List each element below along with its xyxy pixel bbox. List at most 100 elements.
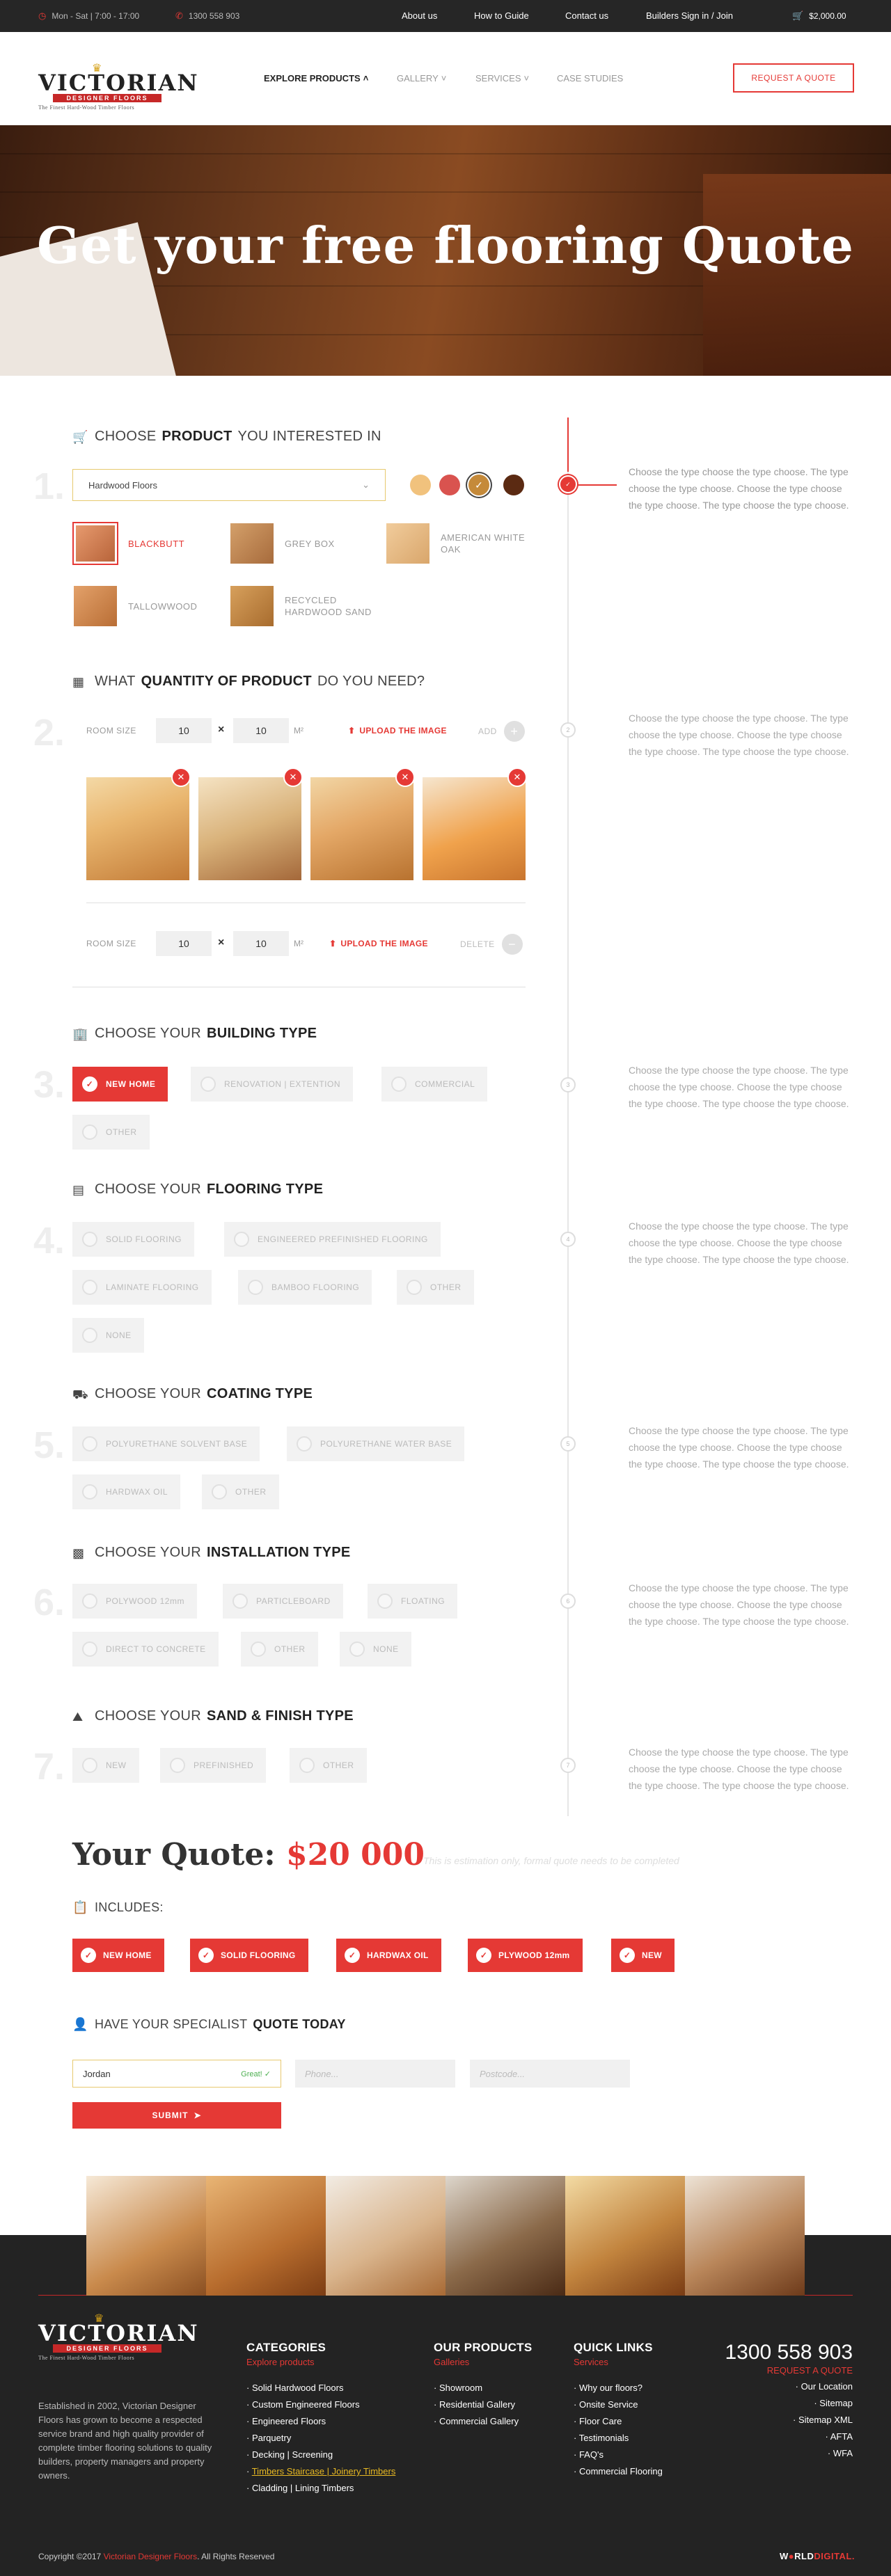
color-swatch-selected[interactable]: ✓ xyxy=(468,475,489,495)
footer-link[interactable]: · Solid Hardwood Floors xyxy=(246,2380,395,2396)
menu-gallery[interactable]: GALLERY ˅ xyxy=(397,73,446,84)
phone-field[interactable]: Phone... xyxy=(295,2060,455,2088)
upload-image-button[interactable]: ⬆ UPLOAD THE IMAGE xyxy=(329,939,428,948)
footer-link[interactable]: · Commercial Gallery xyxy=(434,2413,519,2430)
footer-link[interactable]: · FAQ's xyxy=(574,2447,663,2463)
option-floating[interactable]: FLOATING xyxy=(368,1584,458,1619)
footer-logo[interactable]: VICTORIAN xyxy=(38,2320,199,2346)
option-renovation[interactable]: RENOVATION | EXTENTION xyxy=(191,1067,354,1102)
option-prefinished[interactable]: PREFINISHED xyxy=(160,1748,267,1783)
remove-photo-icon[interactable]: ✕ xyxy=(507,768,527,787)
wood-option-grey-box[interactable]: GREY BOX xyxy=(230,523,375,564)
menu-case-studies[interactable]: CASE STUDIES xyxy=(557,73,623,84)
request-quote-button[interactable]: REQUEST A QUOTE xyxy=(733,63,854,93)
wood-option-recycled-hardwood[interactable]: RECYCLED HARDWOOD SAND xyxy=(230,586,375,626)
footer-link[interactable]: · Onsite Service xyxy=(574,2396,663,2413)
option-other[interactable]: OTHER xyxy=(202,1474,279,1509)
nav-builders-sign-in[interactable]: Builders Sign in / Join xyxy=(646,10,733,21)
footer-request-quote[interactable]: REQUEST A QUOTE xyxy=(710,2365,853,2376)
gallery-image[interactable] xyxy=(326,2176,446,2296)
postcode-field[interactable]: Postcode... xyxy=(470,2060,630,2088)
room-width-input[interactable]: 10 xyxy=(156,931,212,956)
footer-link[interactable]: · Decking | Screening xyxy=(246,2447,395,2463)
option-polyurethane-water[interactable]: POLYURETHANE WATER BASE xyxy=(287,1426,465,1461)
copyright-brand[interactable]: Victorian Designer Floors xyxy=(104,2552,198,2561)
option-label: NONE xyxy=(373,1644,399,1654)
option-particleboard[interactable]: PARTICLEBOARD xyxy=(223,1584,343,1619)
footer-link[interactable]: · WFA xyxy=(710,2445,853,2462)
option-hardwax-oil[interactable]: HARDWAX OIL xyxy=(72,1474,181,1509)
footer-phone[interactable]: 1300 558 903 xyxy=(710,2341,853,2364)
footer-link[interactable]: · Timbers Staircase | Joinery Timbers xyxy=(246,2463,395,2480)
option-other[interactable]: OTHER xyxy=(241,1632,318,1667)
nav-about[interactable]: About us xyxy=(402,10,437,21)
gallery-image[interactable] xyxy=(86,2176,206,2296)
step-5-title: ⛟ CHOOSE YOUR COATING TYPE xyxy=(72,1386,313,1402)
upload-image-button[interactable]: ⬆ UPLOAD THE IMAGE xyxy=(348,726,447,736)
footer-link[interactable]: · Parquetry xyxy=(246,2430,395,2447)
logo[interactable]: VICTORIAN xyxy=(38,70,199,96)
room-length-input[interactable]: 10 xyxy=(233,718,289,743)
product-dropdown[interactable]: Hardwood Floors ⌄ xyxy=(72,469,386,501)
option-other[interactable]: OTHER xyxy=(72,1115,150,1150)
wood-label: RECYCLED HARDWOOD SAND xyxy=(285,595,372,617)
gallery-image[interactable] xyxy=(565,2176,685,2296)
gallery-image[interactable] xyxy=(206,2176,326,2296)
nav-contact[interactable]: Contact us xyxy=(565,10,608,21)
option-polywood[interactable]: POLYWOOD 12mm xyxy=(72,1584,197,1619)
option-other[interactable]: OTHER xyxy=(290,1748,367,1783)
option-label: PARTICLEBOARD xyxy=(256,1596,331,1606)
footer-link[interactable]: · Why our floors? xyxy=(574,2380,663,2396)
step-number: 5. xyxy=(33,1424,65,1466)
color-swatch-dark[interactable] xyxy=(503,475,524,495)
footer-link[interactable]: · Commercial Flooring xyxy=(574,2463,663,2480)
footer-link[interactable]: · Sitemap XML xyxy=(710,2412,853,2428)
option-laminate-flooring[interactable]: LAMINATE FLOORING xyxy=(72,1270,212,1305)
remove-photo-icon[interactable]: ✕ xyxy=(171,768,191,787)
footer-link[interactable]: · Residential Gallery xyxy=(434,2396,519,2413)
cart-total: $2,000.00 xyxy=(809,11,846,21)
option-new-home[interactable]: ✓ NEW HOME xyxy=(72,1067,168,1102)
menu-services[interactable]: SERVICES ˅ xyxy=(475,73,529,84)
gallery-image[interactable] xyxy=(446,2176,565,2296)
color-swatch-red[interactable] xyxy=(439,475,460,495)
gallery-image[interactable] xyxy=(685,2176,805,2296)
cart[interactable]: 🛒 $2,000.00 xyxy=(792,10,846,22)
remove-photo-icon[interactable]: ✕ xyxy=(395,768,415,787)
name-field[interactable]: Jordan Great! ✓ xyxy=(72,2060,281,2088)
delete-room-button[interactable]: DELETE − xyxy=(460,934,523,955)
option-engineered-prefinished[interactable]: ENGINEERED PREFINISHED FLOORING xyxy=(224,1222,441,1257)
footer-link[interactable]: · Showroom xyxy=(434,2380,519,2396)
footer-link[interactable]: · Sitemap xyxy=(710,2395,853,2412)
option-other[interactable]: OTHER xyxy=(397,1270,474,1305)
footer-link[interactable]: · Testimonials xyxy=(574,2430,663,2447)
submit-button[interactable]: SUBMIT ➤ xyxy=(72,2102,281,2129)
add-room-button[interactable]: ADD + xyxy=(478,721,525,742)
option-bamboo-flooring[interactable]: BAMBOO FLOORING xyxy=(238,1270,372,1305)
option-solid-flooring[interactable]: SOLID FLOORING xyxy=(72,1222,195,1257)
remove-photo-icon[interactable]: ✕ xyxy=(283,768,303,787)
wood-option-american-white-oak[interactable]: AMERICAN WHITE OAK xyxy=(386,523,531,564)
room-width-input[interactable]: 10 xyxy=(156,718,212,743)
wood-option-tallowwood[interactable]: TALLOWWOOD xyxy=(74,586,219,626)
footer-link[interactable]: · Engineered Floors xyxy=(246,2413,395,2430)
room-length-input[interactable]: 10 xyxy=(233,931,289,956)
option-new[interactable]: NEW xyxy=(72,1748,139,1783)
footer-link[interactable]: · Floor Care xyxy=(574,2413,663,2430)
footer-link[interactable]: · Cladding | Lining Timbers xyxy=(246,2480,395,2497)
color-swatch-light[interactable] xyxy=(410,475,431,495)
menu-explore-products[interactable]: EXPLORE PRODUCTS ˄ xyxy=(264,73,368,84)
footer-link[interactable]: · Custom Engineered Floors xyxy=(246,2396,395,2413)
footer-link[interactable]: · AFTA xyxy=(710,2428,853,2445)
option-direct-to-concrete[interactable]: DIRECT TO CONCRETE xyxy=(72,1632,219,1667)
radio-icon xyxy=(212,1484,227,1500)
wood-option-blackbutt[interactable]: BLACKBUTT xyxy=(74,523,219,564)
footer-link[interactable]: · Our Location xyxy=(710,2378,853,2395)
nav-how-to-guide[interactable]: How to Guide xyxy=(474,10,529,21)
option-commercial[interactable]: COMMERCIAL xyxy=(381,1067,488,1102)
agency-logo[interactable]: W●RLDDIGITAL. xyxy=(780,2551,855,2561)
option-polyurethane-solvent[interactable]: POLYURETHANE SOLVENT BASE xyxy=(72,1426,260,1461)
option-none[interactable]: NONE xyxy=(340,1632,411,1667)
phone-info[interactable]: ✆ 1300 558 903 xyxy=(175,10,239,22)
option-none[interactable]: NONE xyxy=(72,1318,144,1353)
